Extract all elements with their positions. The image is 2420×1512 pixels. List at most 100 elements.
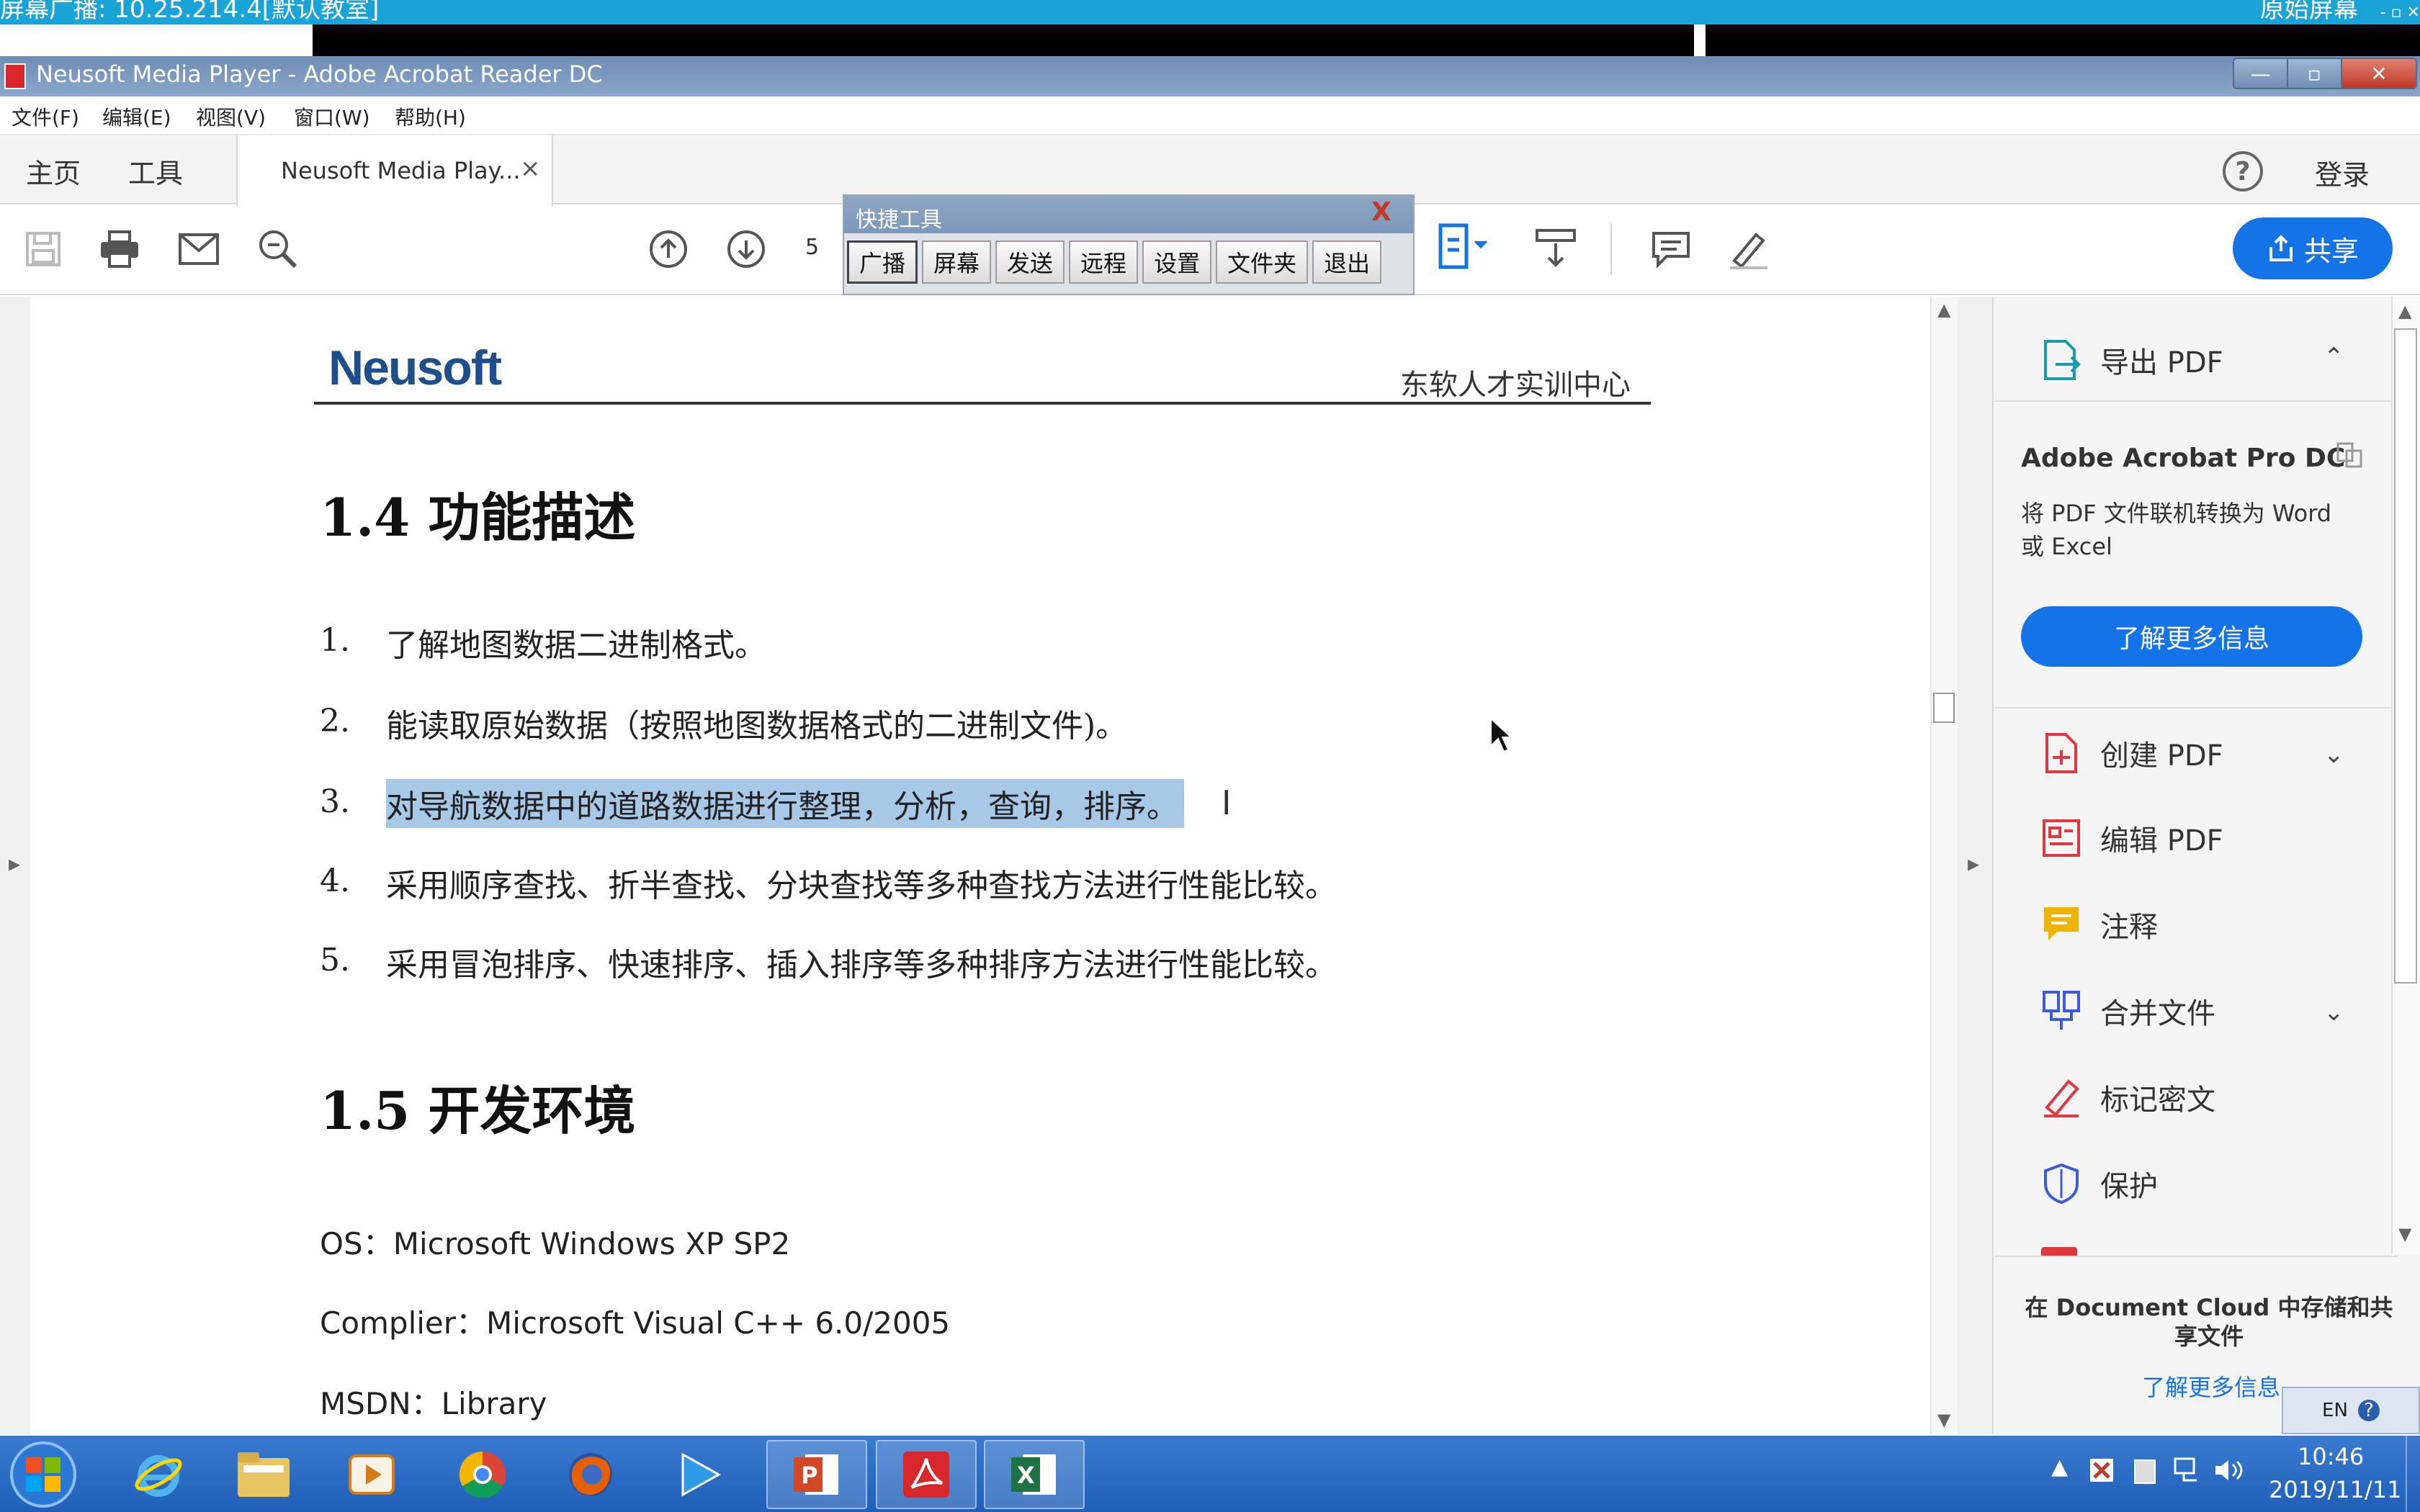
neusoft-logo: Neusoft xyxy=(328,341,502,395)
tools-pane-scrollbar-thumb[interactable] xyxy=(2394,328,2417,984)
redact-icon xyxy=(2044,1079,2079,1117)
taskbar-powerpoint[interactable]: P xyxy=(766,1440,867,1509)
highlight-pen-icon[interactable] xyxy=(1724,225,1773,274)
tray-volume-icon[interactable] xyxy=(2213,1456,2244,1485)
remote-controls[interactable]: - ▫ ✕ xyxy=(2380,4,2420,22)
taskbar-firefox[interactable] xyxy=(540,1440,641,1509)
comment-icon[interactable] xyxy=(1646,225,1695,274)
menu-window[interactable]: 窗口(W) xyxy=(294,102,370,131)
minimize-button[interactable]: — xyxy=(2234,59,2288,88)
mouse-pointer-icon xyxy=(1490,717,1512,753)
tray-security-icon[interactable] xyxy=(2087,1456,2116,1485)
taskbar-chrome[interactable] xyxy=(432,1440,533,1509)
list-item-text[interactable]: 采用冒泡排序、快速排序、插入排序等多种排序方法进行性能比较。 xyxy=(386,939,1337,985)
taskbar-excel[interactable]: X xyxy=(984,1440,1085,1509)
quick-settings-button[interactable]: 设置 xyxy=(1142,240,1212,284)
clock-time[interactable]: 10:46 xyxy=(2298,1443,2364,1470)
page-up-icon[interactable] xyxy=(644,225,693,274)
learn-more-button[interactable]: 了解更多信息 xyxy=(2021,606,2362,667)
export-pdf-header[interactable]: 导出 PDF xyxy=(2041,338,2223,382)
page-down-icon[interactable] xyxy=(722,225,771,274)
tool-redact[interactable]: 标记密文 xyxy=(2041,1076,2215,1119)
maximize-button[interactable]: ▫ xyxy=(2287,59,2342,88)
language-bar[interactable]: EN ? xyxy=(2282,1387,2420,1434)
taskbar-media-player[interactable] xyxy=(321,1440,422,1509)
section-title-1-5: 1.5 开发环境 xyxy=(320,1080,636,1141)
tool-protect[interactable]: 保护 xyxy=(2041,1162,2158,1205)
pane-scroll-up-icon[interactable]: ▲ xyxy=(2398,301,2411,321)
language-indicator[interactable]: EN xyxy=(2322,1400,2348,1421)
powerpoint-icon: P xyxy=(794,1454,838,1495)
list-item-text[interactable]: 采用顺序查找、折半查找、分块查找等多种查找方法进行性能比较。 xyxy=(386,860,1337,906)
language-help-icon[interactable]: ? xyxy=(2357,1400,2380,1421)
chevron-down-icon[interactable]: ⌄ xyxy=(2323,998,2344,1027)
clock-date[interactable]: 2019/11/11 xyxy=(2269,1476,2401,1503)
tray-network-icon[interactable] xyxy=(2172,1456,2201,1485)
search-icon[interactable] xyxy=(254,225,302,274)
page-number-input[interactable]: 5 xyxy=(805,235,819,260)
remote-top-strip xyxy=(313,24,2420,56)
section-title-1-4: 1.4 功能描述 xyxy=(320,487,636,548)
tool-comment[interactable]: 注释 xyxy=(2041,903,2158,946)
taskbar-acrobat[interactable] xyxy=(876,1440,977,1509)
login-link[interactable]: 登录 xyxy=(2315,153,2370,192)
taskbar-ie[interactable] xyxy=(108,1440,209,1509)
document-scrollbar[interactable] xyxy=(1930,297,1958,1434)
comment-tool-icon xyxy=(2044,907,2079,940)
tool-create-pdf[interactable]: 创建 PDF xyxy=(2041,732,2223,775)
selected-list-item-text[interactable]: 对导航数据中的道路数据进行整理，分析，查询，排序。 xyxy=(386,779,1184,828)
page-layout-icon[interactable] xyxy=(1438,222,1495,271)
collapse-right-pane-icon[interactable]: ▸ xyxy=(1968,850,1979,877)
share-button[interactable]: 共享 xyxy=(2233,217,2393,279)
show-desktop-button[interactable] xyxy=(2406,1436,2420,1512)
quick-screen-button[interactable]: 屏幕 xyxy=(922,240,992,284)
close-button[interactable]: ✕ xyxy=(2341,59,2416,88)
email-icon[interactable] xyxy=(174,225,223,274)
menu-view[interactable]: 视图(V) xyxy=(196,102,266,131)
quick-tools-close-button[interactable]: X xyxy=(1371,197,1392,227)
tray-clipboard-icon[interactable] xyxy=(2130,1456,2159,1485)
print-icon[interactable] xyxy=(95,225,144,274)
scroll-up-icon[interactable]: ▲ xyxy=(1937,300,1950,320)
quick-exit-button[interactable]: 退出 xyxy=(1312,240,1382,284)
list-item-text[interactable]: 了解地图数据二进制格式。 xyxy=(386,619,766,665)
tool-edit-pdf[interactable]: 编辑 PDF xyxy=(2041,816,2223,860)
tab-close-icon[interactable]: × xyxy=(520,154,541,183)
save-icon[interactable] xyxy=(19,225,68,274)
remote-original-screen[interactable]: 原始屏幕 - ▫ ✕ xyxy=(2260,0,2420,24)
expand-left-icon[interactable]: ▸ xyxy=(9,850,20,877)
scroll-mode-icon[interactable] xyxy=(1531,225,1580,274)
quick-remote-button[interactable]: 远程 xyxy=(1069,240,1139,284)
tool-combine-files[interactable]: 合并文件 xyxy=(2041,989,2215,1032)
cloud-learn-more-link[interactable]: 了解更多信息 xyxy=(2142,1369,2280,1403)
quick-folder-button[interactable]: 文件夹 xyxy=(1216,240,1309,284)
scrollbar-thumb[interactable] xyxy=(1933,693,1955,723)
menu-help[interactable]: 帮助(H) xyxy=(395,102,466,131)
tab-home[interactable]: 主页 xyxy=(26,151,81,191)
list-item-text[interactable]: 能读取原始数据（按照地图数据格式的二进制文件)。 xyxy=(386,700,1127,746)
tray-show-hidden-icon[interactable]: ▲ xyxy=(2051,1454,2068,1480)
menu-edit[interactable]: 编辑(E) xyxy=(102,102,171,131)
start-button[interactable] xyxy=(3,1437,84,1512)
chevron-up-icon[interactable]: ⌃ xyxy=(2323,343,2344,372)
scroll-down-icon[interactable]: ▼ xyxy=(1937,1410,1950,1430)
quick-send-button[interactable]: 发送 xyxy=(995,240,1065,284)
pane-divider xyxy=(1995,707,2398,708)
pane-divider xyxy=(1995,1256,2398,1257)
quick-broadcast-button[interactable]: 广播 xyxy=(847,240,918,284)
tool-label: 合并文件 xyxy=(2100,997,2215,1030)
share-label: 共享 xyxy=(2303,235,2359,267)
env-compiler[interactable]: Complier：Microsoft Visual C++ 6.0/2005 xyxy=(320,1299,950,1343)
env-os[interactable]: OS：Microsoft Windows XP SP2 xyxy=(320,1220,790,1264)
tab-tools[interactable]: 工具 xyxy=(128,151,183,191)
menu-file[interactable]: 文件(F) xyxy=(12,102,79,131)
windows-logo-icon xyxy=(10,1441,76,1508)
help-icon[interactable]: ? xyxy=(2223,151,2263,192)
pane-scroll-down-icon[interactable]: ▼ xyxy=(2398,1224,2411,1244)
taskbar-explorer[interactable] xyxy=(213,1440,314,1509)
chevron-down-icon[interactable]: ⌄ xyxy=(2323,740,2344,769)
firefox-icon xyxy=(569,1453,612,1496)
taskbar-player[interactable] xyxy=(648,1440,749,1509)
tool-label: 创建 PDF xyxy=(2100,739,2223,773)
env-msdn[interactable]: MSDN：Library xyxy=(320,1380,547,1423)
